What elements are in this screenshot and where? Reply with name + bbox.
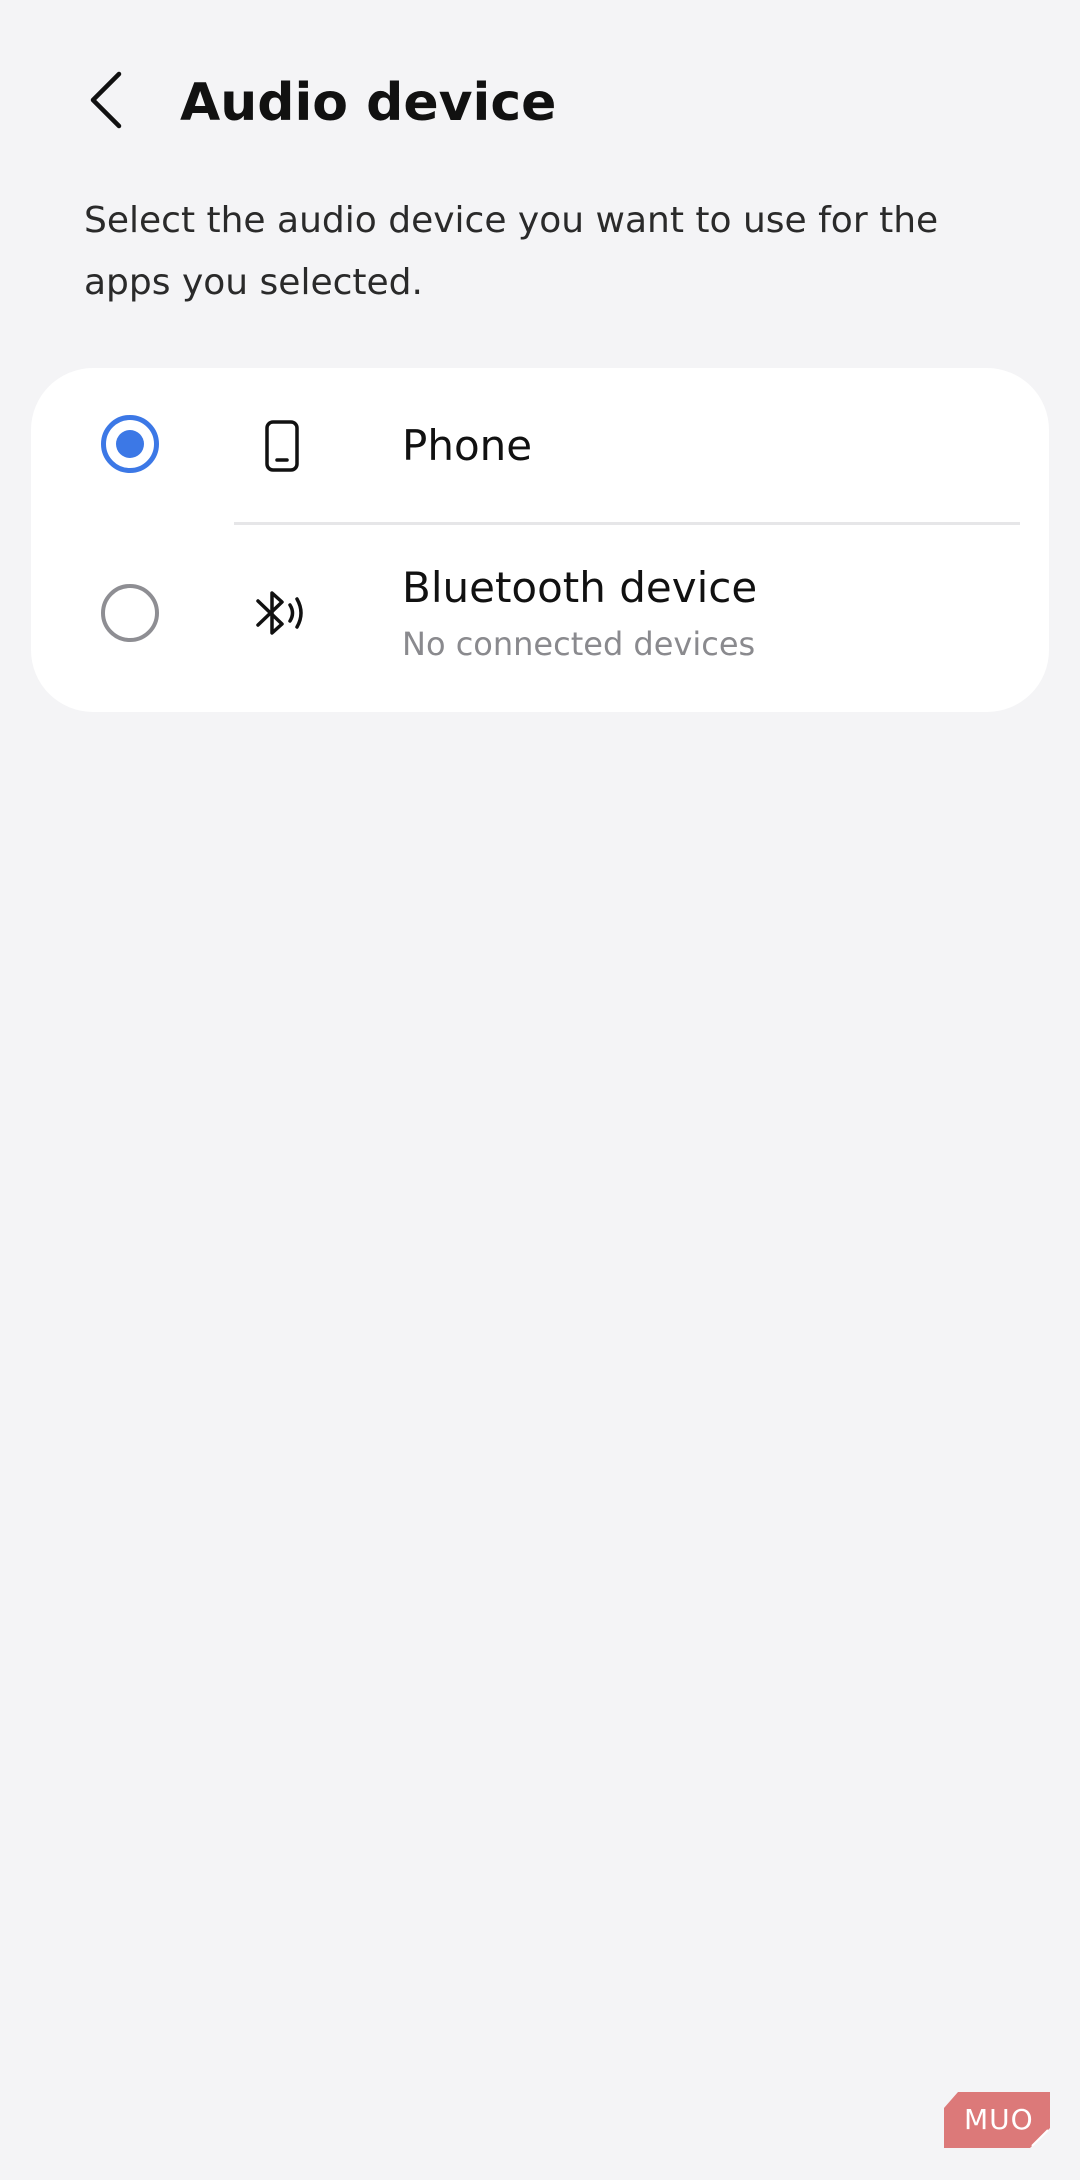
back-button[interactable] xyxy=(70,60,140,140)
page-description: Select the audio device you want to use … xyxy=(84,200,939,303)
app-header: Audio device xyxy=(0,0,1080,200)
phone-icon xyxy=(249,413,315,479)
option-label-bluetooth: Bluetooth device xyxy=(402,563,758,612)
audio-device-list: Phone Bluetooth device No connected devi… xyxy=(31,368,1049,712)
radio-phone-selected[interactable] xyxy=(101,415,159,473)
bluetooth-audio-icon xyxy=(249,580,315,646)
chevron-left-icon xyxy=(90,71,122,129)
watermark-text: MUO xyxy=(964,2103,1034,2136)
muo-watermark: MUO xyxy=(944,2092,1050,2148)
option-label-phone: Phone xyxy=(402,421,533,470)
radio-bluetooth-unselected[interactable] xyxy=(101,584,159,642)
option-phone[interactable]: Phone xyxy=(31,368,1049,524)
option-subtitle-bluetooth: No connected devices xyxy=(402,625,756,663)
radio-dot xyxy=(116,430,144,458)
page-title: Audio device xyxy=(180,73,557,133)
option-bluetooth-device[interactable]: Bluetooth device No connected devices xyxy=(31,524,1049,712)
